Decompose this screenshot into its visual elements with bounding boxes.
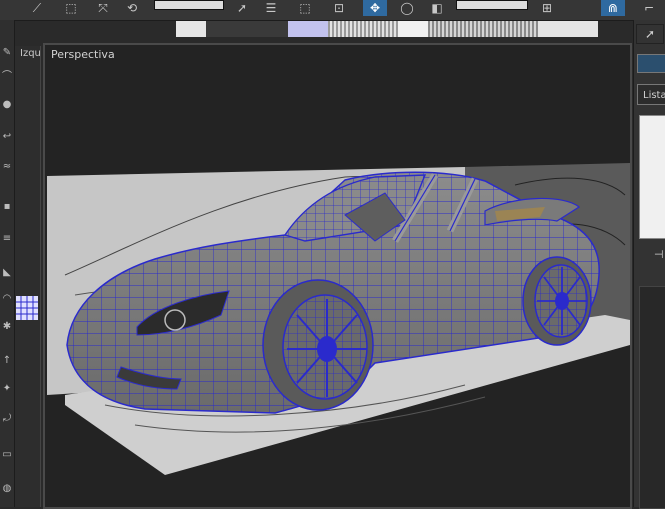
rear-wheel-mesh[interactable] [522, 256, 592, 346]
select-rotate-icon[interactable]: ⟲ [123, 0, 141, 16]
bend-icon[interactable]: ↩ [0, 130, 14, 144]
list-tab[interactable]: Lista [637, 84, 665, 105]
color-swatch[interactable] [637, 54, 665, 73]
select-cursor-icon[interactable]: ➚ [636, 24, 664, 44]
window-crossing-icon[interactable]: ⊡ [330, 0, 348, 16]
paint-brush-icon[interactable]: ✎ [0, 46, 14, 60]
flatten-icon[interactable]: ▭ [0, 448, 14, 462]
panel-rollout [639, 286, 665, 509]
left-viewport[interactable]: Izqu [15, 46, 41, 507]
arrow-icon[interactable]: ↑ [0, 354, 14, 368]
snap-toggle-icon[interactable]: ⌐ [640, 0, 658, 16]
reference-thumb[interactable] [288, 21, 328, 37]
gear-icon[interactable]: ✱ [0, 320, 14, 334]
region-select-icon[interactable]: ⬚ [296, 0, 314, 16]
magnet-icon[interactable]: ⋒ [601, 0, 625, 16]
command-panel: ➚ Lista ⊣ [633, 20, 665, 509]
viewport-scene [47, 163, 630, 475]
pin-icon[interactable]: ⊣ [654, 248, 664, 261]
brush-icon[interactable]: ◣ [0, 266, 14, 280]
mesh-preview-graphic [16, 296, 38, 320]
relax-icon[interactable]: ≈ [0, 160, 14, 174]
selection-filter-dropdown[interactable] [154, 0, 224, 10]
bulb-icon[interactable]: ◍ [0, 482, 14, 496]
object-list[interactable] [639, 115, 665, 239]
perspective-viewport[interactable]: Perspectiva [43, 43, 632, 509]
viewport-mesh-preview [16, 296, 38, 320]
reference-thumb[interactable] [428, 21, 538, 37]
reference-coordinate-dropdown[interactable] [456, 0, 528, 10]
reference-thumb[interactable] [538, 21, 598, 37]
pinch-icon[interactable]: ◠ [0, 292, 14, 306]
lasso-icon[interactable]: ⟋ [28, 0, 46, 16]
lock-icon[interactable]: ▪ [0, 200, 14, 214]
sphere-icon[interactable]: ● [0, 98, 14, 112]
viewport-label[interactable]: Perspectiva [51, 48, 115, 61]
reference-thumb[interactable] [176, 21, 206, 37]
rotate-icon[interactable]: ◯ [398, 0, 416, 16]
star-icon[interactable]: ✦ [0, 382, 14, 396]
stack-icon[interactable]: ≡ [0, 232, 14, 246]
main-toolbar: ⟋ ⬚ ⤧ ⟲ ➚ ☰ ⬚ ⊡ ✥ ◯ ◧ ⊞ ⋒ ⌐ [0, 0, 665, 21]
left-tool-column: ✎ ⌒ ● ↩ ≈ ▪ ≡ ◣ ◠ ✱ ↑ ✦ ⤾ ▭ ◍ [0, 20, 15, 507]
scale-icon[interactable]: ◧ [428, 0, 446, 16]
front-wheel-mesh[interactable] [262, 279, 374, 411]
curve-icon[interactable]: ⌒ [0, 70, 14, 84]
reference-thumb[interactable] [328, 21, 398, 37]
select-by-name-icon[interactable]: ☰ [262, 0, 280, 16]
move-icon[interactable]: ✥ [363, 0, 387, 16]
twist-icon[interactable]: ⤾ [0, 412, 14, 426]
reference-thumb[interactable] [206, 21, 288, 37]
select-arrow-icon[interactable]: ➚ [233, 0, 251, 16]
select-object-icon[interactable]: ⬚ [62, 0, 80, 16]
reference-thumb[interactable] [398, 21, 428, 37]
select-move-icon[interactable]: ⤧ [94, 0, 112, 16]
viewport-label: Izqu [20, 48, 41, 59]
pivot-icon[interactable]: ⊞ [538, 0, 556, 16]
reference-image-strip [176, 21, 598, 37]
